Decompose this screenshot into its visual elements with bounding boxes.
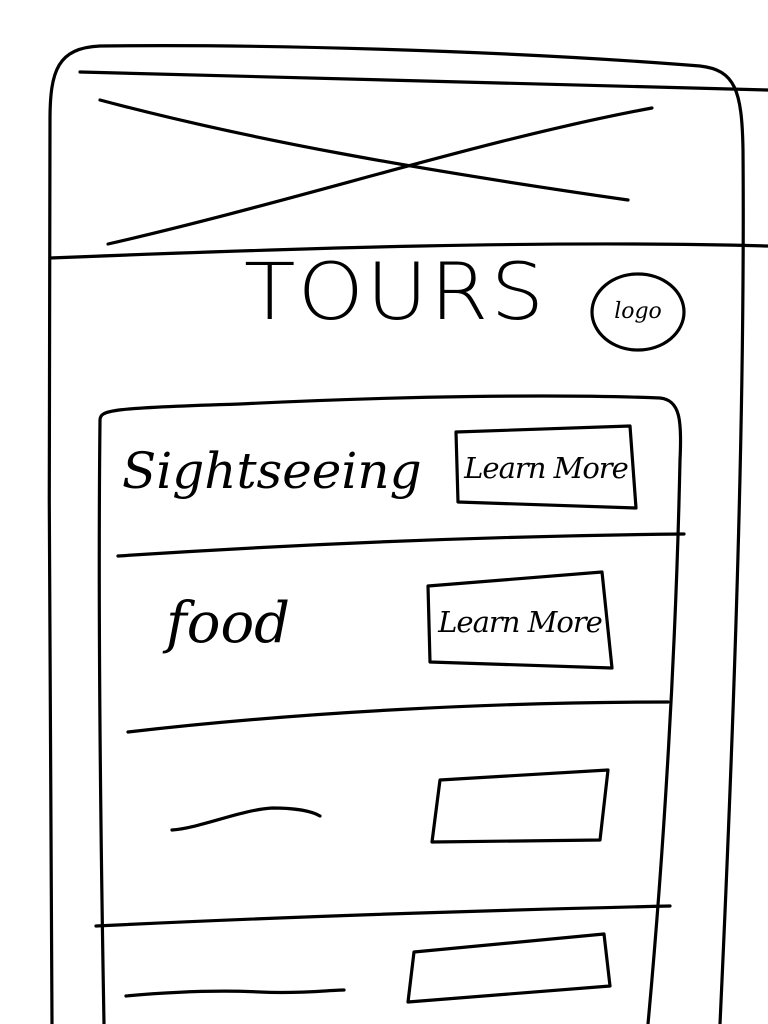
logo-text: logo: [614, 299, 662, 324]
learn-more-label: Learn More: [464, 451, 629, 485]
learn-more-button-food[interactable]: Learn More: [430, 578, 610, 666]
learn-more-button-sightseeing[interactable]: Learn More: [458, 430, 634, 506]
page-title: TOURS: [244, 248, 547, 338]
button-placeholder[interactable]: [434, 774, 606, 842]
logo[interactable]: logo: [592, 272, 684, 350]
row-divider-2: [126, 700, 670, 734]
tour-label: Sightseeing: [122, 442, 422, 500]
tour-label: food: [166, 591, 291, 656]
learn-more-label: Learn More: [438, 605, 603, 639]
row-divider-3: [94, 904, 672, 928]
hero-image-placeholder: [50, 60, 740, 260]
row-divider-1: [116, 532, 686, 558]
button-placeholder[interactable]: [410, 940, 608, 998]
